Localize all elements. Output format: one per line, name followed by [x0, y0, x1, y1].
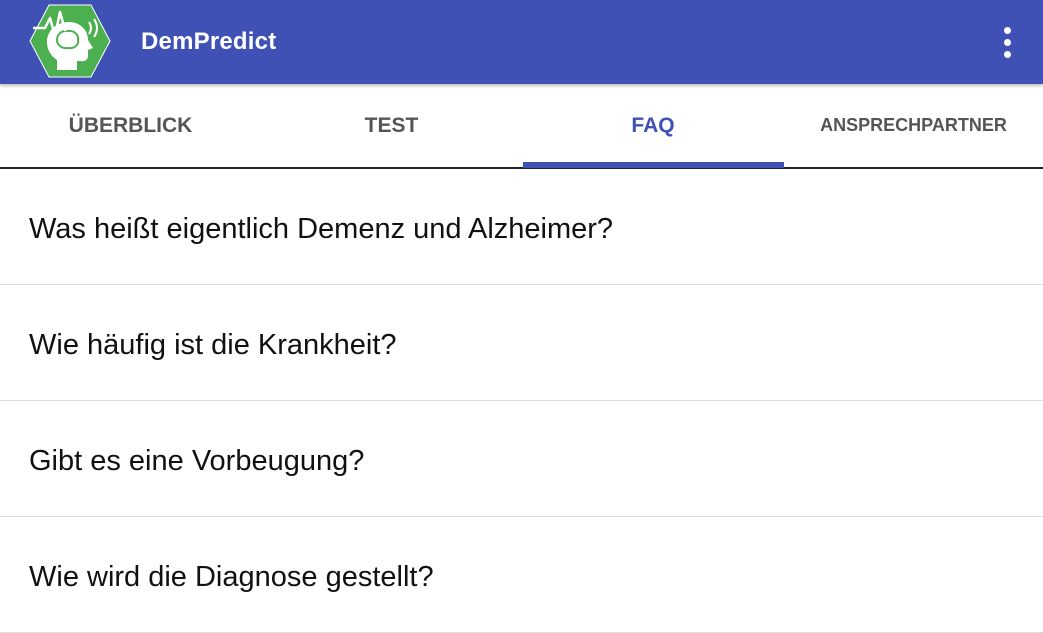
menu-dot [1003, 38, 1011, 46]
tab-ansprechpartner[interactable]: ANSPRECHPARTNER [784, 84, 1043, 167]
tab-test[interactable]: TEST [261, 84, 522, 167]
menu-dot [1003, 26, 1011, 34]
app-bar: DemPredict [0, 0, 1043, 84]
tab-selected-indicator [523, 162, 784, 168]
faq-list: Was heißt eigentlich Demenz und Alzheime… [0, 169, 1043, 633]
faq-question: Gibt es eine Vorbeugung? [29, 445, 365, 477]
faq-question: Wie wird die Diagnose gestellt? [29, 561, 434, 593]
faq-item-diagnose[interactable]: Wie wird die Diagnose gestellt? [0, 517, 1043, 633]
menu-dot [1003, 50, 1011, 58]
faq-question: Was heißt eigentlich Demenz und Alzheime… [29, 213, 614, 245]
faq-item-haeufigkeit[interactable]: Wie häufig ist die Krankheit? [0, 285, 1043, 401]
tab-bar: ÜBERBLICK TEST FAQ ANSPRECHPARTNER [0, 84, 1043, 169]
faq-item-demenz[interactable]: Was heißt eigentlich Demenz und Alzheime… [0, 169, 1043, 285]
faq-question: Wie häufig ist die Krankheit? [29, 329, 397, 361]
faq-item-vorbeugung[interactable]: Gibt es eine Vorbeugung? [0, 401, 1043, 517]
app-logo-icon [29, 4, 111, 78]
tab-ueberblick[interactable]: ÜBERBLICK [0, 84, 261, 167]
overflow-menu-icon[interactable] [990, 22, 1024, 62]
app-title: DemPredict [141, 28, 277, 55]
tab-faq[interactable]: FAQ [522, 84, 784, 167]
